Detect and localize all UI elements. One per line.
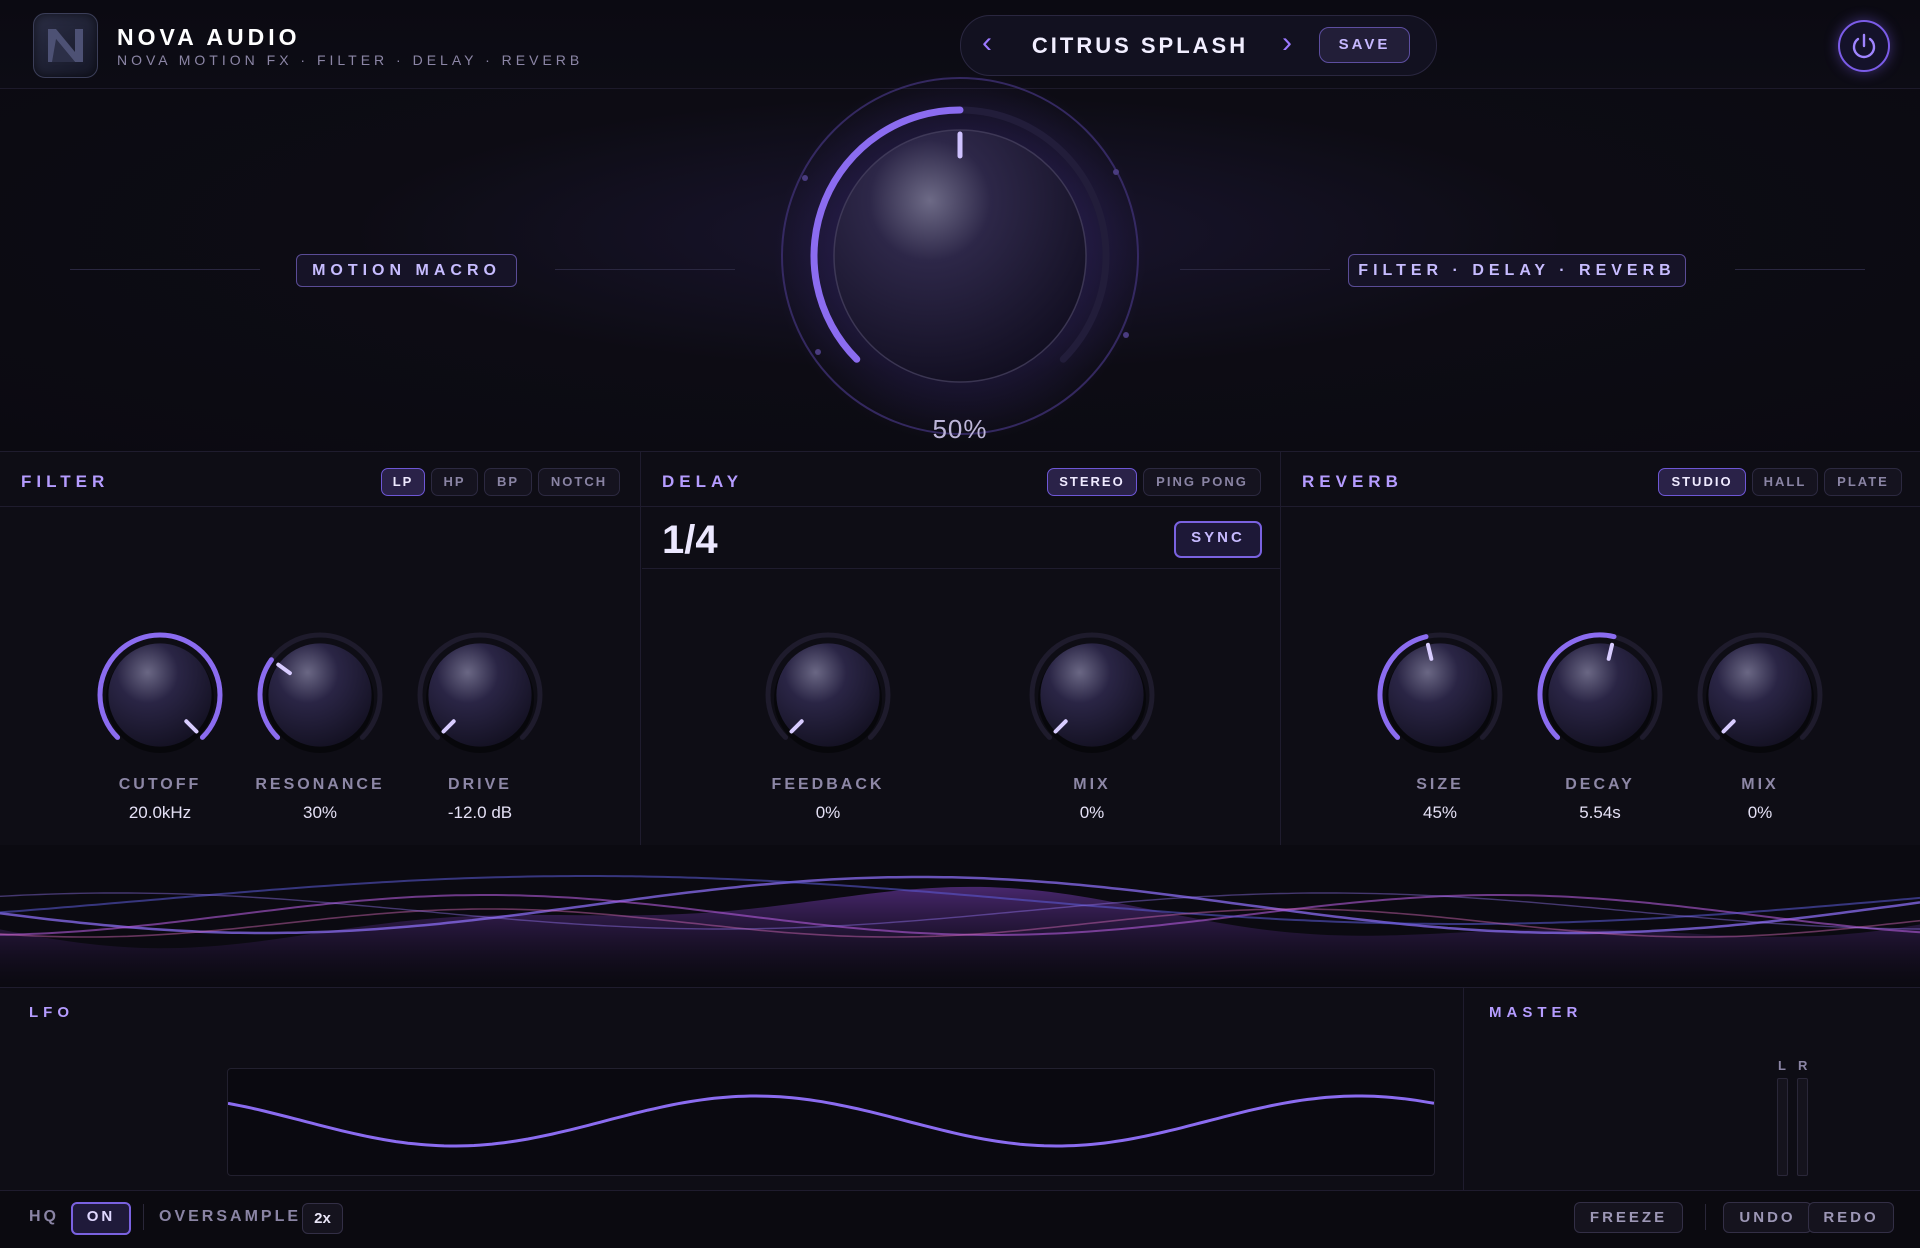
delay-feedback-value: 0%	[815, 803, 841, 822]
divider-line	[70, 269, 260, 270]
panel-divider	[0, 506, 1920, 507]
reverb-decay-label: DECAY	[1565, 776, 1635, 793]
oversample-label: OVERSAMPLE	[159, 1208, 302, 1225]
master-title: MASTER	[1489, 1004, 1583, 1021]
panel-divider	[1280, 451, 1281, 845]
reverb-size-value: 45%	[1422, 803, 1458, 822]
lfo-title: LFO	[29, 1004, 74, 1021]
motion-macro-label: MOTION MACRO	[296, 254, 517, 287]
meter-label-left: L	[1778, 1058, 1786, 1073]
filter-drive-value: -12.0 dB	[447, 803, 513, 822]
delay-mix-knob[interactable]	[1022, 625, 1162, 765]
filter-drive-label: DRIVE	[448, 776, 512, 793]
filter-cutoff-label: CUTOFF	[118, 776, 202, 793]
delay-mix-value: 0%	[1079, 803, 1105, 822]
lfo-waveform	[227, 1094, 1435, 1148]
reverb-title: REVERB	[1302, 472, 1403, 491]
filter-cutoff-value: 20.0kHz	[128, 803, 192, 822]
filter-title: FILTER	[21, 472, 110, 491]
preset-name[interactable]: CITRUS SPLASH	[1030, 33, 1250, 59]
hq-label: HQ	[29, 1208, 59, 1225]
save-preset-button[interactable]: SAVE	[1319, 27, 1410, 63]
redo-button[interactable]: REDO	[1808, 1202, 1894, 1233]
undo-button[interactable]: UNDO	[1723, 1202, 1812, 1233]
panel-divider	[640, 451, 641, 845]
reverb-mode-studio[interactable]: STUDIO	[1658, 468, 1746, 496]
nova-logo-icon	[33, 13, 98, 78]
macro-value: 50%	[932, 414, 988, 444]
divider-line	[1735, 269, 1865, 270]
delay-mix-label: MIX	[1073, 776, 1111, 793]
delay-mode-ping-pong[interactable]: PING PONG	[1143, 468, 1261, 496]
freeze-button[interactable]: FREEZE	[1574, 1202, 1683, 1233]
brand-name: NOVA AUDIO	[117, 24, 301, 50]
chevron-left-icon[interactable]: ‹	[982, 28, 992, 58]
delay-time-display[interactable]: 1/4	[662, 518, 718, 563]
chain-label: FILTER · DELAY · REVERB	[1348, 254, 1686, 287]
filter-mode-notch[interactable]: NOTCH	[538, 468, 620, 496]
filter-resonance-label: RESONANCE	[255, 776, 385, 793]
filter-resonance-value: 30%	[302, 803, 338, 822]
reverb-mix-label: MIX	[1741, 776, 1779, 793]
power-button[interactable]	[1838, 20, 1890, 72]
motion-visualizer	[0, 845, 1920, 987]
power-icon	[1852, 33, 1876, 59]
delay-title: DELAY	[662, 472, 744, 491]
reverb-mix-value: 0%	[1747, 803, 1773, 822]
divider-line	[1180, 269, 1330, 270]
oversample-select[interactable]: 2x	[302, 1203, 343, 1234]
reverb-decay-knob[interactable]	[1530, 625, 1670, 765]
lfo-display	[227, 1068, 1435, 1176]
filter-cutoff-knob[interactable]	[90, 625, 230, 765]
filter-drive-knob[interactable]	[410, 625, 550, 765]
meter-label-right: R	[1798, 1058, 1808, 1073]
brand-subtitle: NOVA MOTION FX · FILTER · DELAY · REVERB	[117, 52, 584, 68]
delay-feedback-label: FEEDBACK	[771, 776, 885, 793]
divider-line	[555, 269, 735, 270]
footer-divider	[1705, 1204, 1706, 1230]
reverb-decay-value: 5.54s	[1579, 803, 1621, 822]
panel-divider	[1463, 987, 1464, 1190]
footer-divider	[143, 1204, 144, 1230]
reverb-mode-hall[interactable]: HALL	[1752, 468, 1818, 496]
filter-mode-lp[interactable]: LP	[381, 468, 425, 496]
chevron-right-icon[interactable]: ›	[1282, 28, 1292, 58]
delay-sync-button[interactable]: SYNC	[1174, 521, 1262, 558]
motion-macro-knob[interactable]	[770, 70, 1150, 450]
reverb-mode-plate[interactable]: PLATE	[1824, 468, 1902, 496]
filter-resonance-knob[interactable]	[250, 625, 390, 765]
meter-left	[1777, 1078, 1788, 1176]
delay-feedback-knob[interactable]	[758, 625, 898, 765]
reverb-mix-knob[interactable]	[1690, 625, 1830, 765]
delay-mode-stereo[interactable]: STEREO	[1047, 468, 1137, 496]
filter-mode-bp[interactable]: BP	[484, 468, 532, 496]
motion-wave-graphic	[0, 875, 1920, 987]
hq-toggle[interactable]: ON	[71, 1202, 131, 1235]
filter-mode-hp[interactable]: HP	[431, 468, 478, 496]
reverb-size-label: SIZE	[1416, 776, 1464, 793]
panel-divider	[642, 568, 1280, 569]
reverb-size-knob[interactable]	[1370, 625, 1510, 765]
meter-right	[1797, 1078, 1808, 1176]
